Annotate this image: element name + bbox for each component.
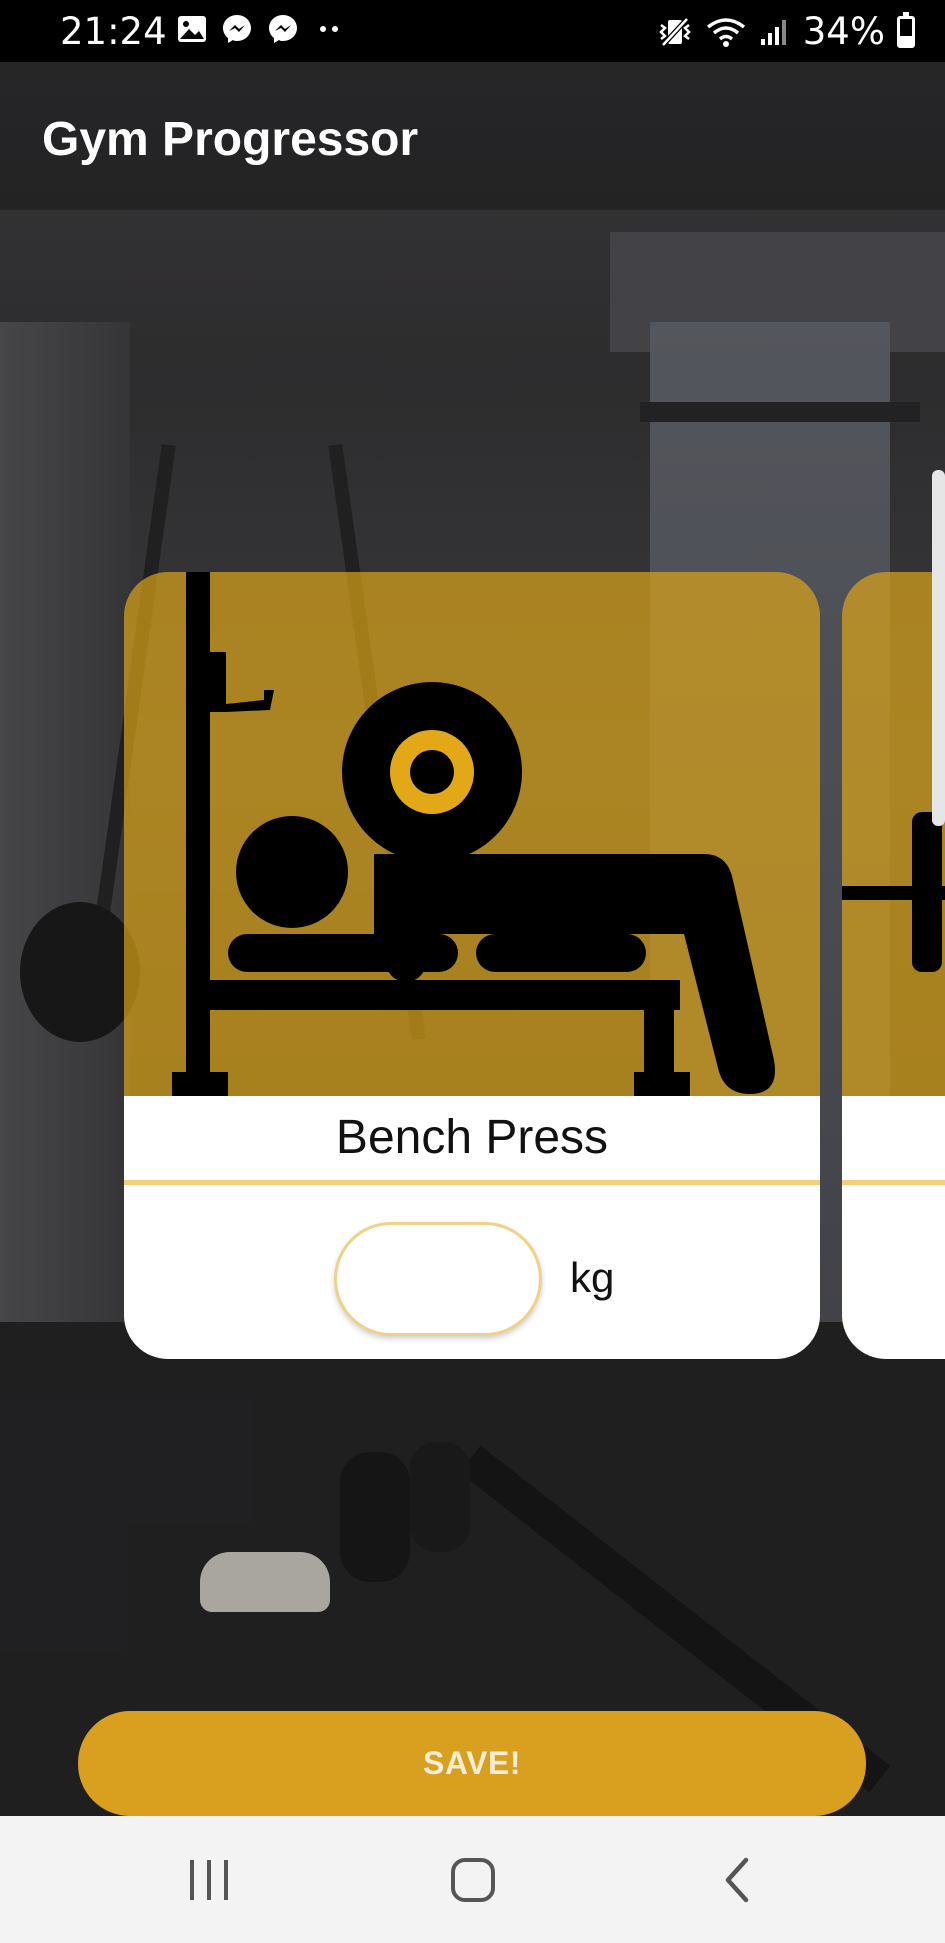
navigation-bar	[0, 1816, 945, 1943]
notification-icons	[176, 12, 346, 46]
vibrate-icon	[658, 16, 691, 47]
scroll-indicator[interactable]	[932, 470, 945, 826]
weight-input[interactable]	[334, 1222, 542, 1336]
more-dots-icon	[320, 26, 338, 32]
system-icons: 34%	[657, 10, 915, 53]
card-divider	[842, 1180, 945, 1185]
battery-percent: 34%	[802, 10, 885, 53]
gallery-icon	[178, 16, 206, 42]
status-bar: 21:24 34%	[0, 0, 945, 62]
next-card-body	[842, 1096, 945, 1359]
next-exercise-card[interactable]	[842, 572, 945, 1359]
exercise-card[interactable]: Bench Press kg	[124, 572, 820, 1359]
status-time: 21:24	[60, 10, 167, 53]
exercise-title: Bench Press	[335, 1111, 609, 1164]
home-icon[interactable]	[438, 1850, 508, 1910]
unit-label: kg	[570, 1254, 615, 1301]
app-bar: Gym Progressor	[0, 62, 945, 210]
back-icon[interactable]	[702, 1850, 772, 1910]
battery-icon	[897, 11, 915, 48]
wifi-icon	[706, 17, 745, 47]
signal-icon	[760, 19, 786, 45]
app-title: Gym Progressor	[42, 113, 419, 166]
next-exercise-image	[842, 572, 945, 1096]
bench-press-icon	[172, 572, 775, 1096]
card-body: Bench Press kg	[124, 1096, 820, 1359]
save-button[interactable]: SAVE!	[78, 1711, 866, 1816]
messenger-icon	[223, 15, 251, 43]
messenger-icon	[269, 15, 297, 43]
exercise-image	[124, 572, 820, 1096]
barbell-plate-icon	[912, 812, 942, 972]
card-divider	[124, 1180, 820, 1185]
battery-fill	[900, 35, 912, 45]
recent-apps-icon[interactable]	[174, 1850, 244, 1910]
